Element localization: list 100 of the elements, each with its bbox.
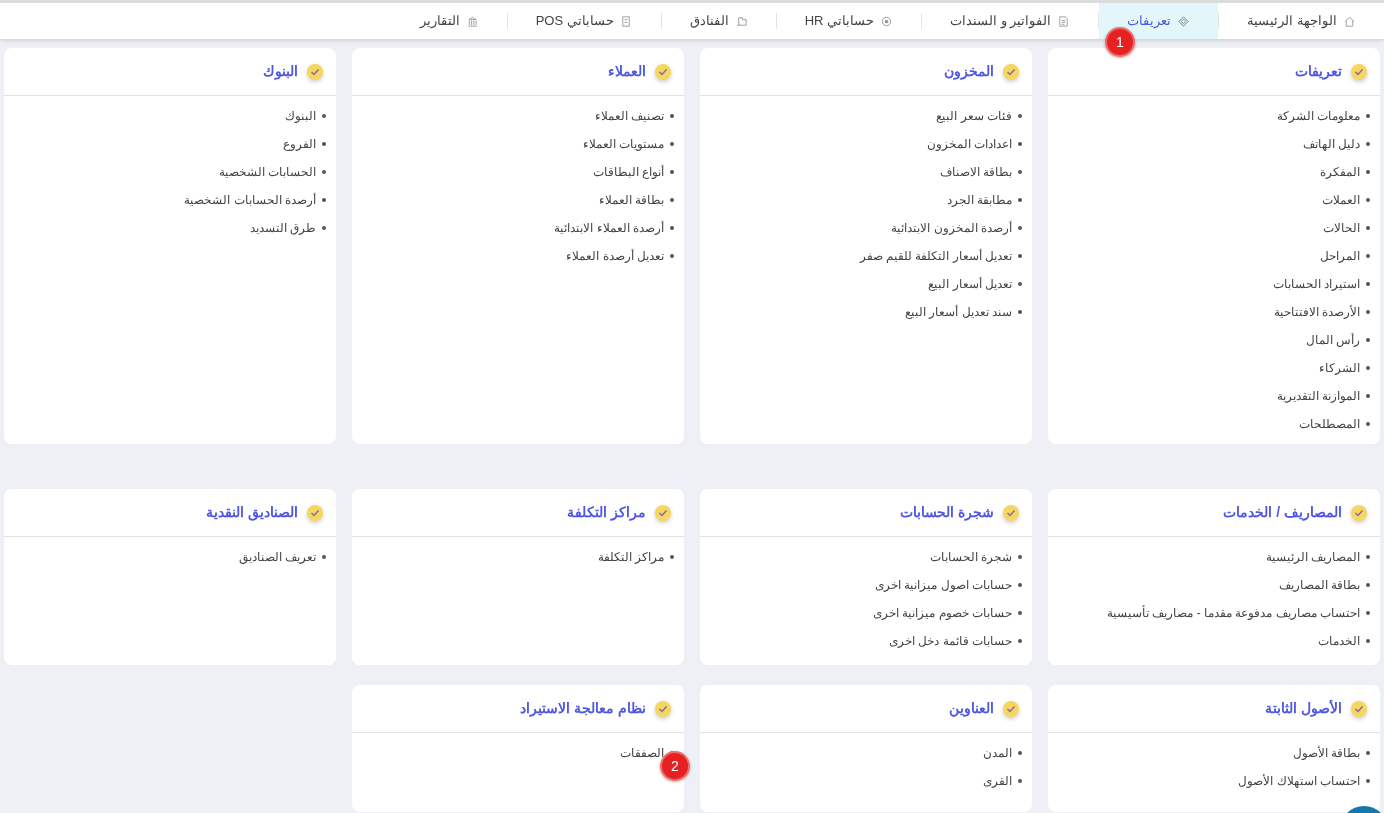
bullet-icon — [1366, 422, 1370, 426]
bullet-icon — [1018, 639, 1022, 643]
menu-link[interactable]: العملات — [1322, 191, 1360, 209]
menu-link[interactable]: أرصدة المخزون الابتدائية — [891, 219, 1012, 237]
bullet-icon — [1366, 170, 1370, 174]
nav-tab[interactable]: التقارير — [391, 3, 507, 39]
menu-link[interactable]: احتساب مصاريف مدفوعة مقدما - مصاريف تأسيسية — [1107, 604, 1360, 622]
bullet-icon — [1366, 142, 1370, 146]
bullet-icon — [1366, 583, 1370, 587]
menu-link[interactable]: مطابقة الجرد — [946, 191, 1012, 209]
menu-link[interactable]: المصاريف الرئيسية — [1265, 548, 1360, 566]
menu-link[interactable]: معلومات الشركة — [1276, 107, 1360, 125]
check-icon — [654, 503, 672, 522]
card-title: تعريفات — [1295, 62, 1342, 82]
bullet-icon — [1018, 170, 1022, 174]
nav-tab[interactable]: الواجهة الرئيسية — [1219, 3, 1384, 39]
menu-link[interactable]: الخدمات — [1318, 632, 1360, 650]
menu-link[interactable]: المدن — [983, 744, 1012, 762]
menu-link[interactable]: بطاقة المصاريف — [1278, 576, 1360, 594]
menu-link[interactable]: تعديل أرصدة العملاء — [566, 247, 664, 265]
menu-link[interactable]: حسابات خصوم ميزانية اخرى — [873, 604, 1012, 622]
card-title: العناوين — [949, 699, 994, 719]
menu-link[interactable]: طرق التسديد — [249, 219, 316, 237]
bullet-icon — [1366, 310, 1370, 314]
nav-tab[interactable]: حساباتي HR — [776, 3, 922, 39]
bullet-icon — [1018, 555, 1022, 559]
menu-link[interactable]: الفروع — [283, 135, 316, 153]
bullet-icon — [1366, 394, 1370, 398]
bullet-icon — [1018, 611, 1022, 615]
menu-link[interactable]: المصطلحات — [1299, 415, 1360, 433]
menu-link[interactable]: تصنيف العملاء — [594, 107, 664, 125]
check-icon — [306, 62, 324, 81]
check-icon — [1350, 699, 1368, 718]
menu-link[interactable]: الأرصدة الافتتاحية — [1273, 303, 1360, 321]
card-title: المصاريف / الخدمات — [1223, 503, 1342, 523]
bullet-icon — [1366, 366, 1370, 370]
menu-link[interactable]: دليل الهاتف — [1302, 135, 1360, 153]
menu-link[interactable]: مستويات العملاء — [582, 135, 664, 153]
nav-tab[interactable]: الفنادق — [661, 3, 776, 39]
menu-link[interactable]: احتساب استهلاك الأصول — [1238, 772, 1360, 790]
menu-link[interactable]: تعريف الصناديق — [238, 548, 316, 566]
nav-tab[interactable]: الفواتير و السندات — [922, 3, 1099, 39]
nav-tab[interactable]: حساباتي POS — [507, 3, 661, 39]
bullet-icon — [1366, 555, 1370, 559]
menu-link[interactable]: القرى — [983, 772, 1012, 790]
menu-link[interactable]: الموازنة التقديرية — [1276, 387, 1360, 405]
card-title: شجرة الحسابات — [900, 503, 994, 523]
step-badge: 2 — [660, 751, 690, 781]
menu-link[interactable]: تعديل أسعار التكلفة للقيم صفر — [859, 247, 1012, 265]
menu-link[interactable]: بطاقة الأصول — [1292, 744, 1360, 762]
menu-link[interactable]: سند تعديل أسعار البيع — [905, 303, 1012, 321]
check-icon — [1002, 699, 1020, 718]
menu-link[interactable]: استيراد الحسابات — [1272, 275, 1360, 293]
card-title: الصناديق النقدية — [206, 503, 298, 523]
tab-icon — [465, 14, 479, 28]
bullet-icon — [670, 198, 674, 202]
bullet-icon — [1366, 282, 1370, 286]
menu-link[interactable]: بطاقة الاصناف — [939, 163, 1012, 181]
menu-link[interactable]: المراحل — [1320, 247, 1360, 265]
bullet-icon — [1018, 779, 1022, 783]
menu-link[interactable]: المفكرة — [1320, 163, 1360, 181]
menu-link[interactable]: أنواع البطاقات — [592, 163, 664, 181]
check-icon — [1350, 503, 1368, 522]
menu-link[interactable]: مراكز التكلفة — [597, 548, 664, 566]
menu-link[interactable]: أرصدة العملاء الابتدائية — [554, 219, 664, 237]
menu-link[interactable]: أرصدة الحسابات الشخصية — [184, 191, 316, 209]
bullet-icon — [1366, 338, 1370, 342]
bullet-icon — [1018, 282, 1022, 286]
bullet-icon — [322, 142, 326, 146]
bullet-icon — [1366, 779, 1370, 783]
card-title: المخزون — [944, 62, 994, 82]
bullet-icon — [1018, 310, 1022, 314]
bullet-icon — [1018, 198, 1022, 202]
menu-link[interactable]: الشركاء — [1319, 359, 1360, 377]
check-icon — [1002, 62, 1020, 81]
bullet-icon — [322, 555, 326, 559]
menu-link[interactable]: رأس المال — [1305, 331, 1360, 349]
tab-icon — [1177, 14, 1191, 28]
check-icon — [654, 699, 672, 718]
menu-link[interactable]: البنوك — [285, 107, 316, 125]
menu-link[interactable]: حسابات قائمة دخل اخرى — [889, 632, 1012, 650]
menu-link[interactable]: فئات سعر البيع — [936, 107, 1012, 125]
bullet-icon — [670, 114, 674, 118]
bullet-icon — [670, 226, 674, 230]
bullet-icon — [1018, 114, 1022, 118]
bullet-icon — [1366, 254, 1370, 258]
check-icon — [1002, 503, 1020, 522]
menu-link[interactable]: بطاقة العملاء — [598, 191, 664, 209]
bullet-icon — [1018, 751, 1022, 755]
menu-link[interactable]: اعدادات المخزون — [926, 135, 1012, 153]
menu-link[interactable]: حسابات اصول ميزانية اخرى — [875, 576, 1012, 594]
tab-icon — [734, 14, 748, 28]
card-title: نظام معالجة الاستيراد — [520, 699, 646, 719]
menu-link[interactable]: شجرة الحسابات — [929, 548, 1012, 566]
menu-link[interactable]: تعديل أسعار البيع — [928, 275, 1012, 293]
card-title: الأصول الثابتة — [1265, 698, 1342, 719]
menu-link[interactable]: الحسابات الشخصية — [218, 163, 316, 181]
bullet-icon — [1366, 611, 1370, 615]
bullet-icon — [1366, 751, 1370, 755]
menu-link[interactable]: الحالات — [1323, 219, 1360, 237]
